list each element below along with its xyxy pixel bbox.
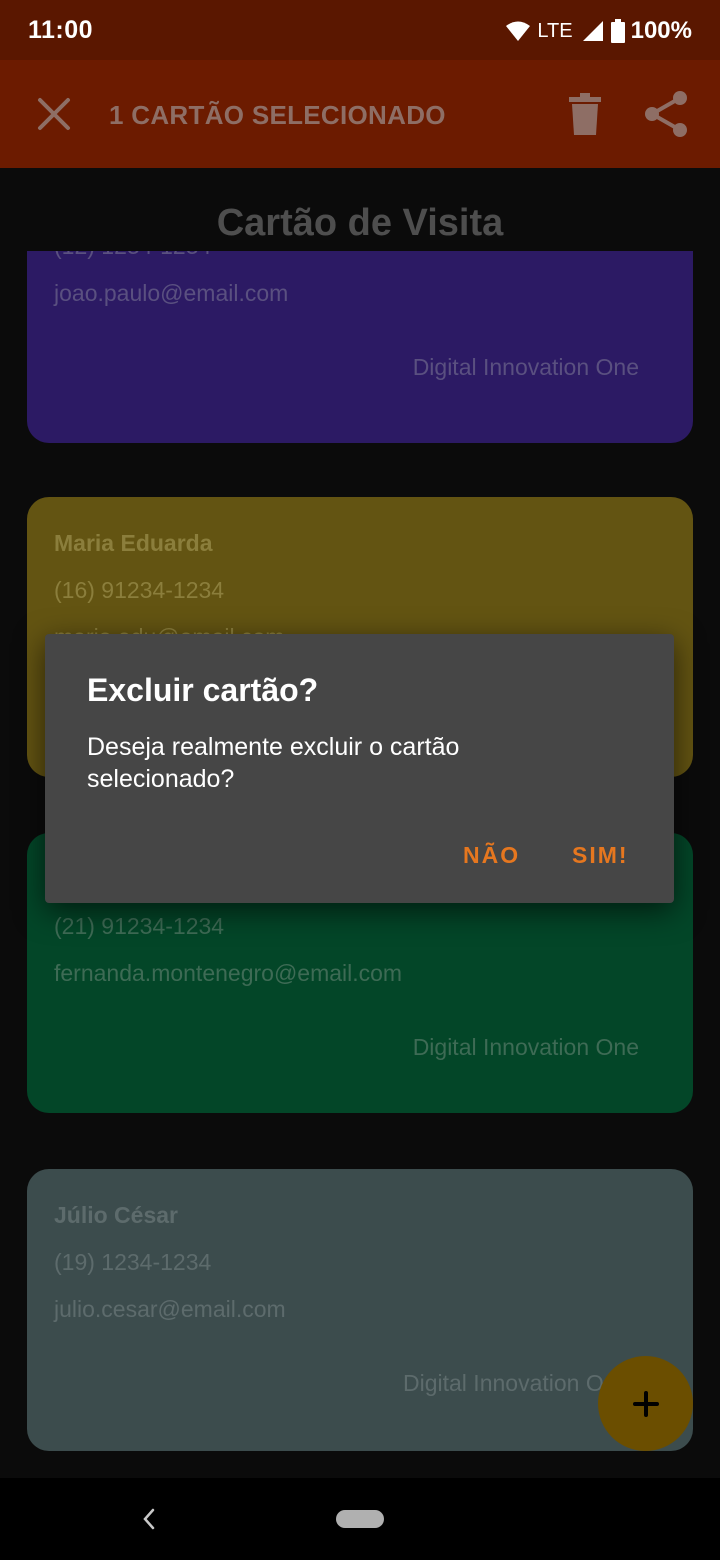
dialog-message: Deseja realmente excluir o cartão seleci… <box>87 733 460 793</box>
card-phone: (16) 91234-1234 <box>54 577 225 603</box>
nav-back-button[interactable] <box>134 1500 164 1538</box>
selection-count-title: 1 CARTÃO SELECIONADO <box>109 100 446 130</box>
page-title: Cartão de Visita <box>216 202 504 244</box>
close-selection-button[interactable] <box>30 90 78 138</box>
card-email: fernanda.montenegro@email.com <box>54 960 403 986</box>
status-time: 11:00 <box>28 16 94 44</box>
card-email: joao.paulo@email.com <box>54 280 289 306</box>
signal-icon <box>582 21 603 41</box>
battery-icon <box>610 19 625 43</box>
battery-level: 100% <box>630 17 692 44</box>
delete-button[interactable] <box>561 90 609 138</box>
home-pill-icon[interactable] <box>336 1510 384 1528</box>
wifi-icon <box>506 21 531 41</box>
close-icon <box>38 98 70 130</box>
card-phone: (19) 1234-1234 <box>54 1249 212 1275</box>
card-company: Digital Innovation O <box>403 1370 604 1396</box>
network-type: LTE <box>537 19 573 42</box>
business-card[interactable]: Júlio César (19) 1234-1234 julio.cesar@e… <box>27 1169 693 1451</box>
delete-confirm-dialog: Excluir cartão? Deseja realmente excluir… <box>45 634 674 903</box>
card-phone: (21) 91234-1234 <box>54 913 225 939</box>
card-phone: (12) 1234-1234 <box>54 251 211 260</box>
dialog-title: Excluir cartão? <box>87 672 319 708</box>
share-button[interactable] <box>642 90 690 138</box>
trash-icon <box>569 93 601 135</box>
status-bar: 11:00 LTE 100% <box>0 0 720 60</box>
contextual-app-bar: 1 CARTÃO SELECIONADO <box>0 60 720 168</box>
dialog-yes-button[interactable]: SIM! <box>572 842 629 869</box>
card-name: Maria Eduarda <box>54 530 213 556</box>
card-email: julio.cesar@email.com <box>54 1296 286 1322</box>
business-card[interactable]: (12) 1234-1234 joao.paulo@email.com Digi… <box>27 251 693 443</box>
card-company: Digital Innovation One <box>412 354 639 380</box>
share-icon <box>645 91 687 137</box>
status-indicators: LTE 100% <box>505 16 692 46</box>
card-name: Júlio César <box>54 1202 178 1228</box>
back-chevron-icon <box>143 1508 155 1530</box>
plus-icon <box>632 1390 659 1417</box>
card-company: Digital Innovation One <box>412 1034 639 1060</box>
add-card-button[interactable] <box>598 1356 693 1451</box>
dialog-no-button[interactable]: NÃO <box>463 842 520 869</box>
